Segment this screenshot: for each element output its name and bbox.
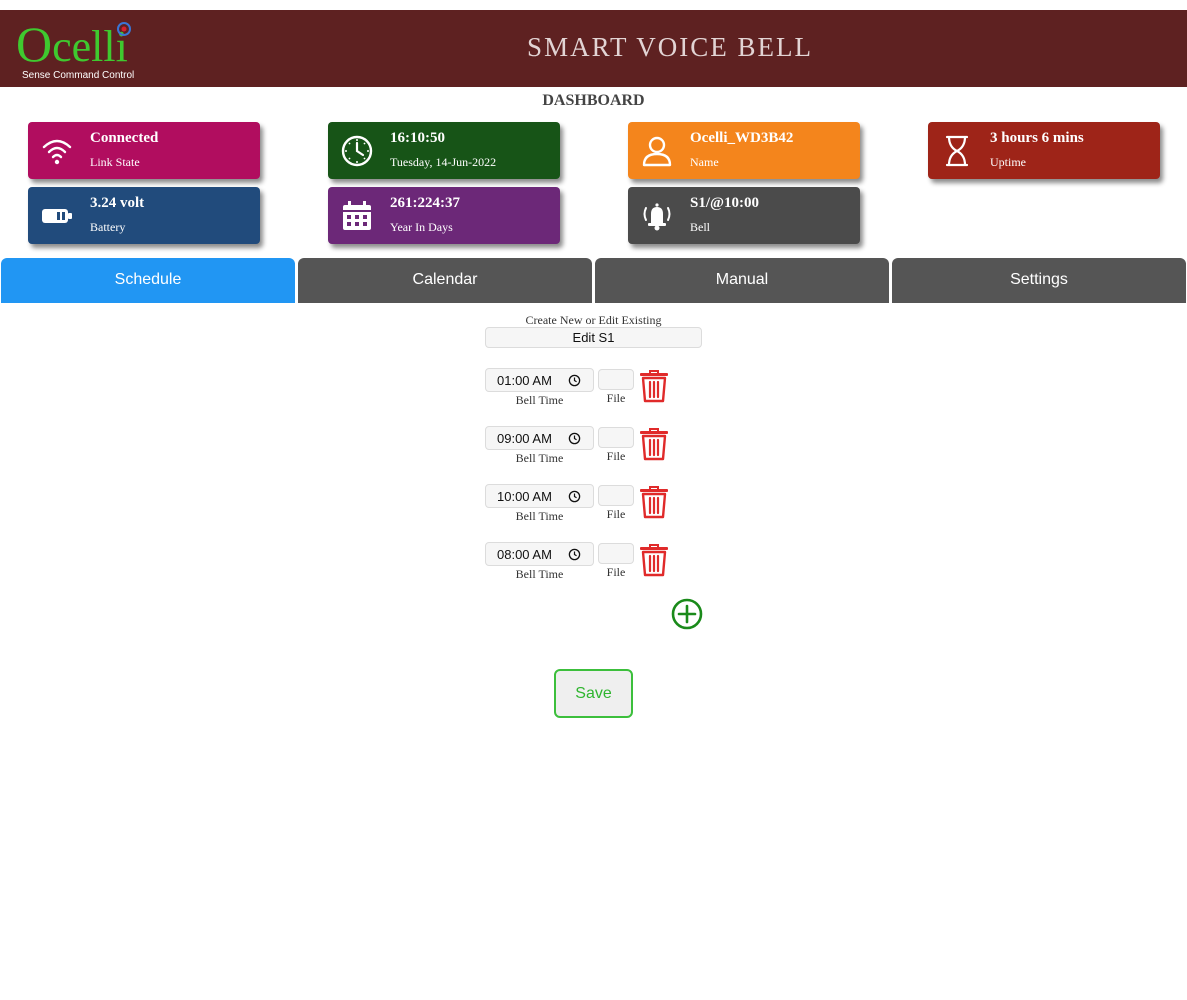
- year-in-days-value: 261:224:37: [390, 195, 460, 211]
- logo-eye-icon: [117, 22, 131, 36]
- battery-value: 3.24 volt: [90, 195, 145, 211]
- uptime-value: 3 hours 6 mins: [990, 130, 1084, 146]
- link-state-value: Connected: [90, 130, 159, 146]
- save-button[interactable]: Save: [554, 669, 633, 718]
- schedule-caption: Create New or Edit Existing: [525, 313, 662, 327]
- logo-tagline: Sense Command Control: [22, 70, 135, 81]
- bell-time-value: 08:00 AM: [497, 547, 552, 562]
- hourglass-icon: [945, 135, 969, 167]
- year-in-days-label: Year In Days: [390, 220, 453, 234]
- delete-trash-icon[interactable]: [638, 427, 670, 461]
- tab-settings[interactable]: Settings: [892, 258, 1186, 303]
- delete-trash-icon[interactable]: [638, 485, 670, 519]
- file-label: File: [606, 565, 626, 579]
- battery-label: Battery: [90, 220, 126, 234]
- device-name-value: Ocelli_WD3B42: [690, 130, 794, 146]
- app-title: SMART VOICE BELL: [527, 32, 813, 62]
- schedule-row: 08:00 AM Bell Time File: [485, 542, 705, 588]
- clock-icon[interactable]: [568, 374, 581, 387]
- battery-icon: [42, 209, 72, 223]
- file-label: File: [606, 507, 626, 521]
- card-name: Ocelli_WD3B42 Name: [628, 122, 860, 179]
- user-icon: [642, 136, 672, 167]
- bell-time-label: Bell Time: [515, 451, 564, 465]
- card-uptime: 3 hours 6 mins Uptime: [928, 122, 1160, 179]
- bell-time-input[interactable]: 08:00 AM: [485, 542, 594, 566]
- schedule-row: 09:00 AM Bell Time File: [485, 426, 705, 472]
- app-header: Ocelli Sense Command Control SMART VOICE…: [0, 10, 1187, 87]
- clock-icon[interactable]: [568, 548, 581, 561]
- file-label: File: [606, 449, 626, 463]
- bell-time-input[interactable]: 01:00 AM: [485, 368, 594, 392]
- card-bell: S1/@10:00 Bell: [628, 187, 860, 244]
- bell-time-input[interactable]: 10:00 AM: [485, 484, 594, 508]
- file-input[interactable]: [598, 427, 634, 448]
- delete-trash-icon[interactable]: [638, 369, 670, 403]
- bell-time-label: Bell Time: [515, 509, 564, 523]
- bell-time-value: 10:00 AM: [497, 489, 552, 504]
- bell-time-input[interactable]: 09:00 AM: [485, 426, 594, 450]
- file-input[interactable]: [598, 369, 634, 390]
- delete-trash-icon[interactable]: [638, 543, 670, 577]
- schedule-row: 01:00 AM Bell Time File: [485, 368, 705, 414]
- bell-icon: [643, 203, 671, 231]
- tab-schedule[interactable]: Schedule: [1, 258, 295, 303]
- bell-time-value: 01:00 AM: [497, 373, 552, 388]
- dashboard-title: DASHBOARD: [542, 92, 645, 109]
- bell-time-value: 09:00 AM: [497, 431, 552, 446]
- bell-label: Bell: [690, 220, 710, 234]
- wifi-icon: [42, 139, 72, 165]
- file-label: File: [606, 391, 626, 405]
- schedule-select[interactable]: Edit S1: [485, 327, 702, 348]
- uptime-label: Uptime: [990, 155, 1026, 169]
- card-battery: 3.24 volt Battery: [28, 187, 260, 244]
- file-input[interactable]: [598, 543, 634, 564]
- card-year-in-days: 261:224:37 Year In Days: [328, 187, 560, 244]
- add-row-plus-icon[interactable]: [671, 598, 703, 630]
- ocelli-logo: Ocelli Sense Command Control: [14, 18, 144, 84]
- device-name-label: Name: [690, 155, 719, 169]
- card-clock: 16:10:50 Tuesday, 14-Jun-2022: [328, 122, 560, 179]
- card-link-state: Connected Link State: [28, 122, 260, 179]
- file-input[interactable]: [598, 485, 634, 506]
- schedule-row: 10:00 AM Bell Time File: [485, 484, 705, 530]
- clock-icon: [341, 135, 373, 167]
- clock-icon[interactable]: [568, 432, 581, 445]
- bell-time-label: Bell Time: [515, 393, 564, 407]
- link-state-label: Link State: [90, 155, 140, 169]
- bell-time-label: Bell Time: [515, 567, 564, 581]
- clock-icon[interactable]: [568, 490, 581, 503]
- logo-initial: O: [16, 16, 53, 72]
- tab-bar: Schedule Calendar Manual Settings: [0, 258, 1187, 303]
- calendar-icon: [343, 201, 371, 230]
- logo-text: Ocelli: [16, 16, 128, 72]
- clock-value: 16:10:50: [390, 130, 445, 146]
- clock-label: Tuesday, 14-Jun-2022: [390, 155, 497, 169]
- tab-manual[interactable]: Manual: [595, 258, 889, 303]
- tab-calendar[interactable]: Calendar: [298, 258, 592, 303]
- bell-value: S1/@10:00: [690, 195, 759, 211]
